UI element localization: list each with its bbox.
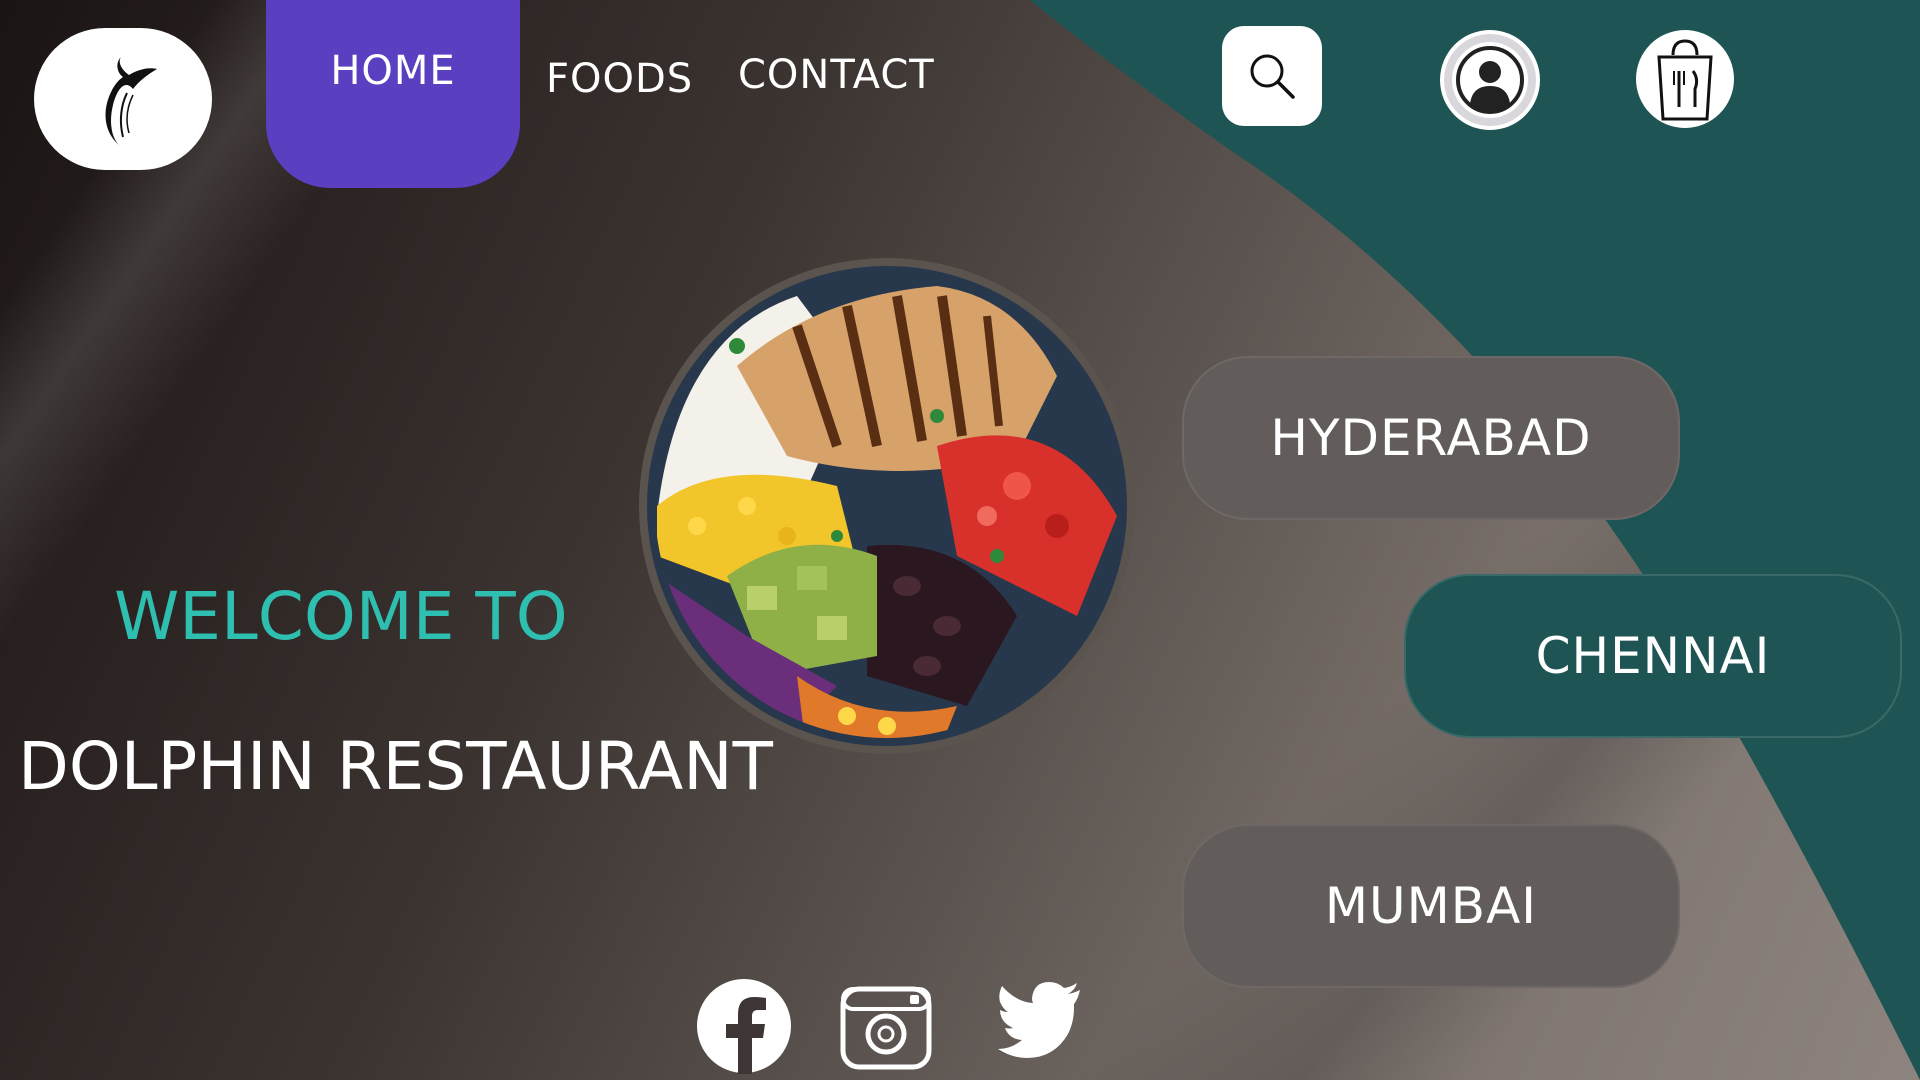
nav-foods[interactable]: FOODS	[546, 56, 693, 102]
search-button[interactable]	[1222, 26, 1322, 126]
city-button-chennai[interactable]: CHENNAI	[1404, 574, 1902, 738]
user-icon	[1444, 34, 1536, 126]
restaurant-name: DOLPHIN RESTAURANT	[18, 728, 773, 805]
facebook-link[interactable]	[696, 978, 792, 1078]
food-bowl-image	[639, 258, 1135, 754]
facebook-icon	[697, 979, 791, 1074]
cart-button[interactable]	[1636, 30, 1734, 128]
nav-home[interactable]: HOME	[266, 0, 520, 188]
nav-contact[interactable]: CONTACT	[738, 52, 935, 98]
dolphin-tail-logo-icon	[105, 57, 157, 145]
city-label-mumbai: MUMBAI	[1324, 877, 1538, 935]
twitter-icon	[998, 982, 1080, 1058]
user-button[interactable]	[1440, 30, 1540, 130]
city-label-hyderabad: HYDERABAD	[1270, 409, 1592, 467]
instagram-icon	[840, 986, 932, 1070]
search-icon	[1250, 54, 1295, 99]
logo-button[interactable]	[34, 28, 212, 170]
twitter-link[interactable]	[996, 980, 1082, 1064]
welcome-heading: WELCOME TO	[114, 578, 568, 655]
city-button-mumbai[interactable]: MUMBAI	[1182, 824, 1680, 988]
city-label-chennai: CHENNAI	[1535, 627, 1771, 685]
shopping-bag-icon	[1657, 39, 1713, 121]
city-button-hyderabad[interactable]: HYDERABAD	[1182, 356, 1680, 520]
nav-home-label: HOME	[330, 48, 456, 94]
instagram-link[interactable]	[840, 986, 932, 1074]
